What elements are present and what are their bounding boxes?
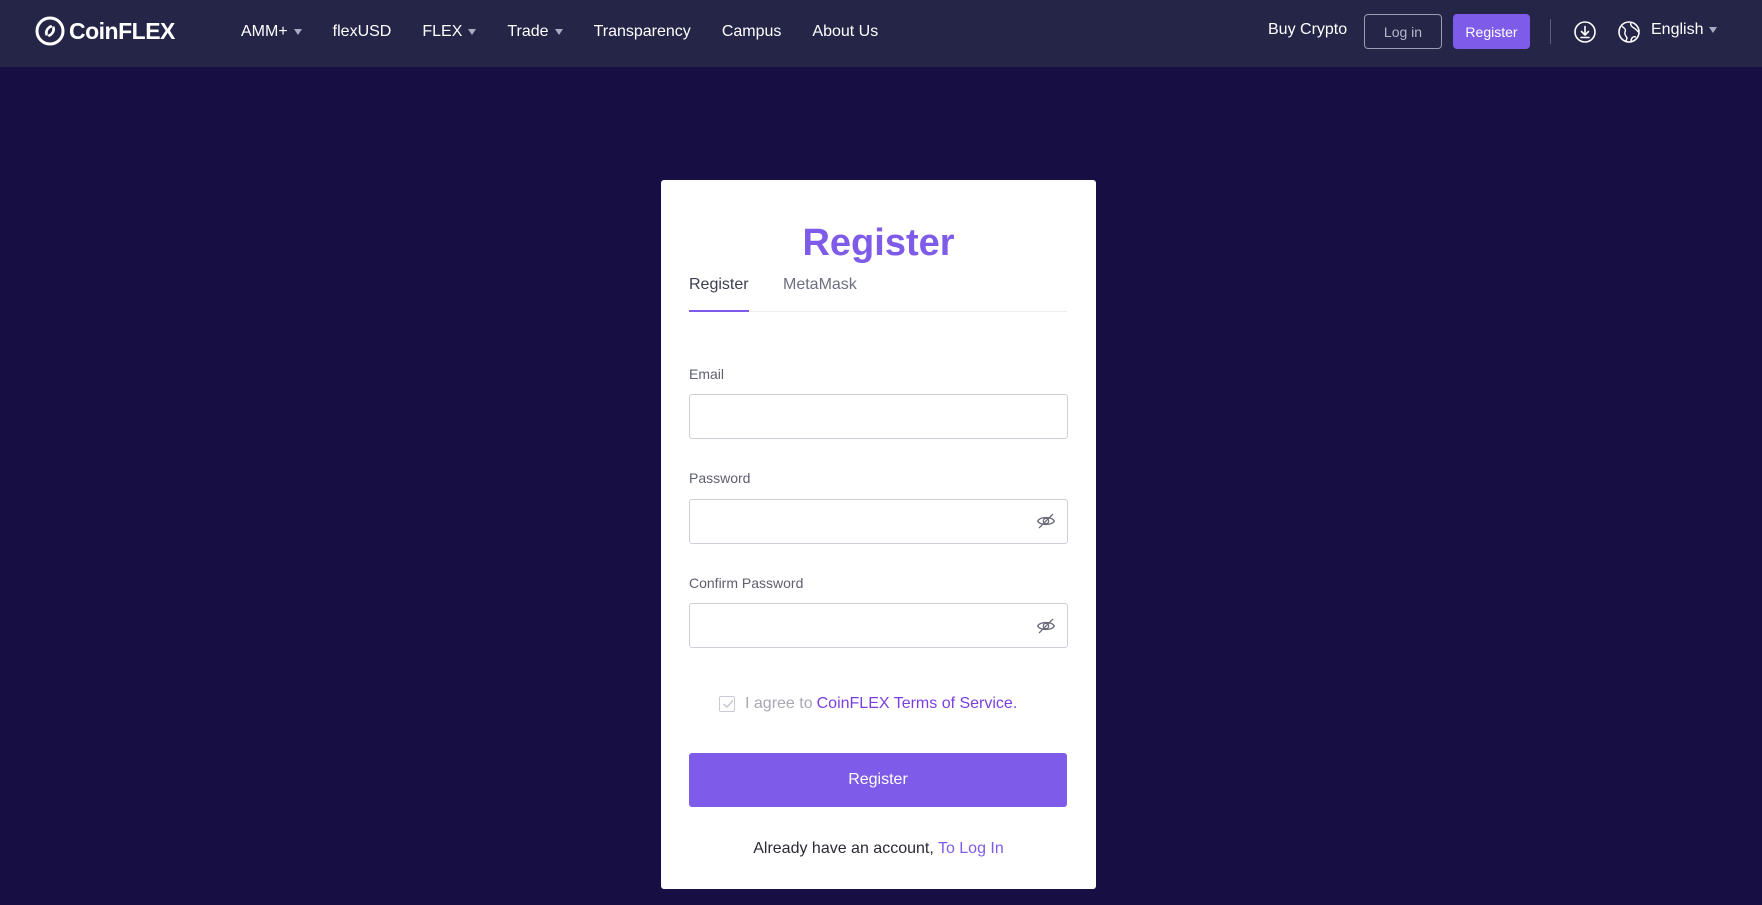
caret-down-icon — [554, 28, 563, 35]
nav-item-label: flexUSD — [332, 22, 392, 40]
caret-down-icon — [468, 28, 477, 35]
agree-text: I agree to — [745, 695, 813, 712]
confirm-password-label: Confirm Password — [689, 575, 804, 591]
caret-down-icon — [293, 28, 302, 35]
register-tabs: Register MetaMask — [689, 276, 1067, 312]
check-icon — [723, 700, 734, 708]
coinflex-logo-icon — [35, 16, 65, 46]
password-field[interactable] — [689, 499, 1068, 544]
confirm-password-field[interactable] — [689, 603, 1068, 648]
nav-item-label: AMM+ — [241, 22, 288, 40]
nav-item-label: Trade — [507, 22, 549, 40]
email-label: Email — [689, 366, 725, 382]
login-prompt: Already have an account, To Log In — [661, 840, 1096, 858]
hide-password-icon[interactable] — [1036, 511, 1056, 531]
terms-checkbox[interactable] — [719, 696, 735, 712]
nav-item-trade[interactable]: Trade — [507, 22, 563, 41]
nav-item-amm[interactable]: AMM+ — [241, 23, 302, 41]
nav-item-label: About Us — [812, 22, 879, 40]
have-account-text: Already have an account, — [753, 840, 934, 857]
language-label: English — [1651, 21, 1704, 38]
nav-item-flex[interactable]: FLEX — [422, 22, 477, 41]
brand-name: CoinFLEX — [69, 17, 175, 44]
terms-of-service-link[interactable]: CoinFLEX Terms of Service. — [817, 695, 1018, 713]
nav-item-label: Transparency — [593, 22, 691, 40]
header-divider — [1550, 19, 1551, 44]
nav-item-label: FLEX — [422, 22, 463, 40]
page-title: Register — [802, 222, 955, 264]
hide-password-icon[interactable] — [1036, 616, 1056, 636]
tab-register[interactable]: Register — [689, 276, 749, 312]
nav-item-flexusd[interactable]: flexUSD — [333, 23, 392, 41]
register-card: Register Register MetaMask Email Passwor… — [661, 180, 1096, 889]
top-navigation-bar: CoinFLEX AMM+ flexUSD FLEX Trade Transpa… — [0, 0, 1762, 67]
to-login-link[interactable]: To Log In — [938, 840, 1004, 857]
email-field[interactable] — [689, 394, 1068, 439]
tab-metamask[interactable]: MetaMask — [783, 276, 857, 312]
register-header-button[interactable]: Register — [1453, 14, 1530, 49]
main-nav: AMM+ flexUSD FLEX Trade Transparency Cam… — [241, 0, 909, 63]
nav-item-label: Campus — [721, 22, 782, 40]
language-selector[interactable]: English — [1651, 21, 1718, 39]
nav-item-about-us[interactable]: About Us — [812, 23, 878, 41]
brand-logo[interactable]: CoinFLEX — [35, 16, 175, 46]
terms-agreement: I agree to CoinFLEX Terms of Service. — [719, 695, 1017, 713]
caret-down-icon — [1709, 27, 1718, 33]
register-submit-button[interactable]: Register — [689, 753, 1067, 807]
nav-item-transparency[interactable]: Transparency — [594, 23, 691, 41]
buy-crypto-link[interactable]: Buy Crypto — [1268, 21, 1347, 39]
globe-icon — [1618, 21, 1640, 43]
login-button[interactable]: Log in — [1364, 14, 1442, 49]
download-icon[interactable] — [1573, 20, 1597, 44]
password-label: Password — [689, 470, 751, 486]
nav-item-campus[interactable]: Campus — [722, 23, 782, 41]
